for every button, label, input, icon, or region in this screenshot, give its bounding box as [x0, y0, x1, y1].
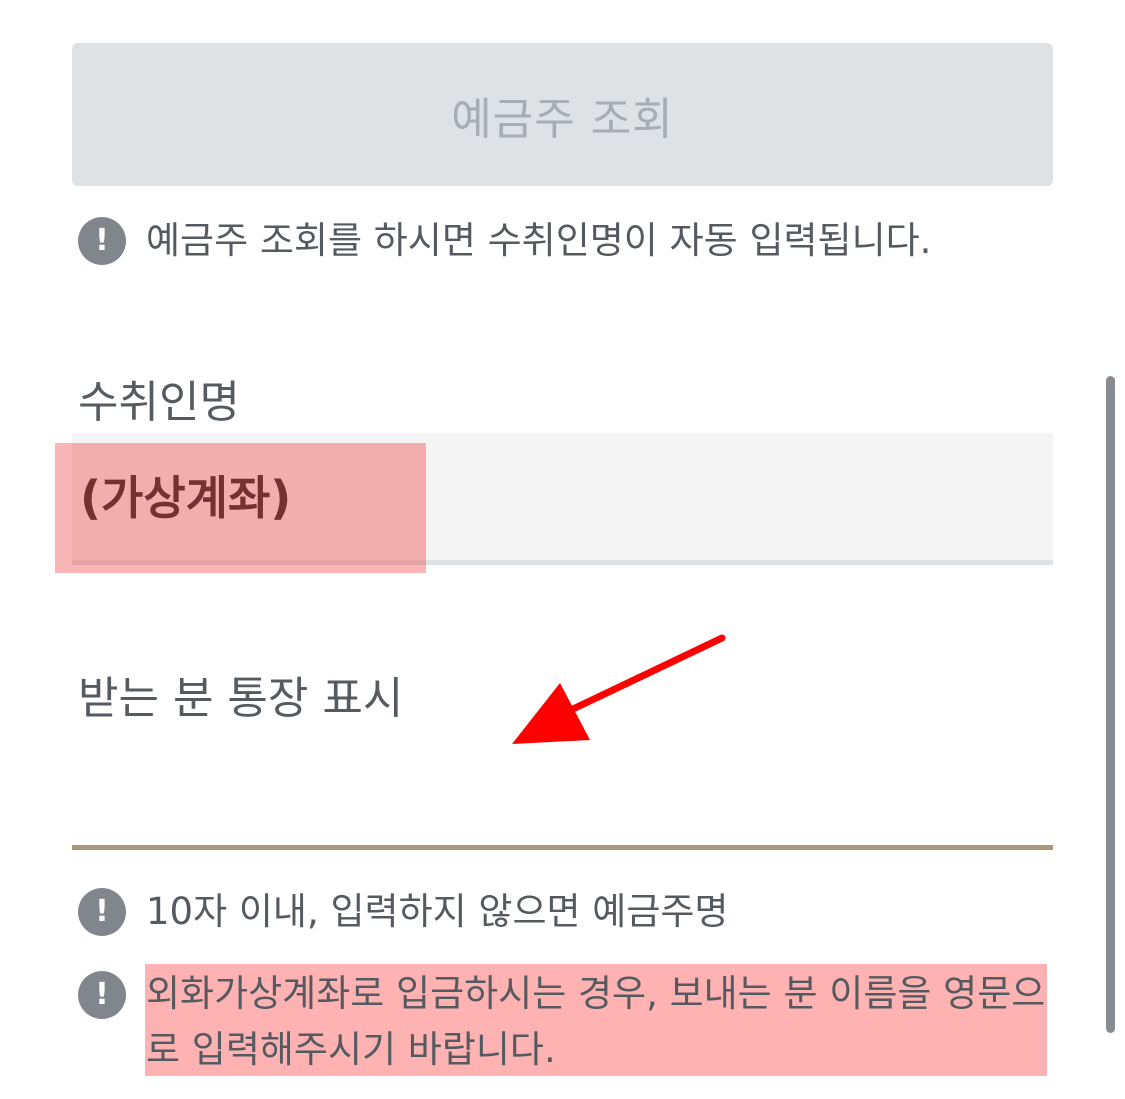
annotation-arrow-icon [512, 634, 726, 744]
scrollbar[interactable] [1106, 376, 1115, 1033]
